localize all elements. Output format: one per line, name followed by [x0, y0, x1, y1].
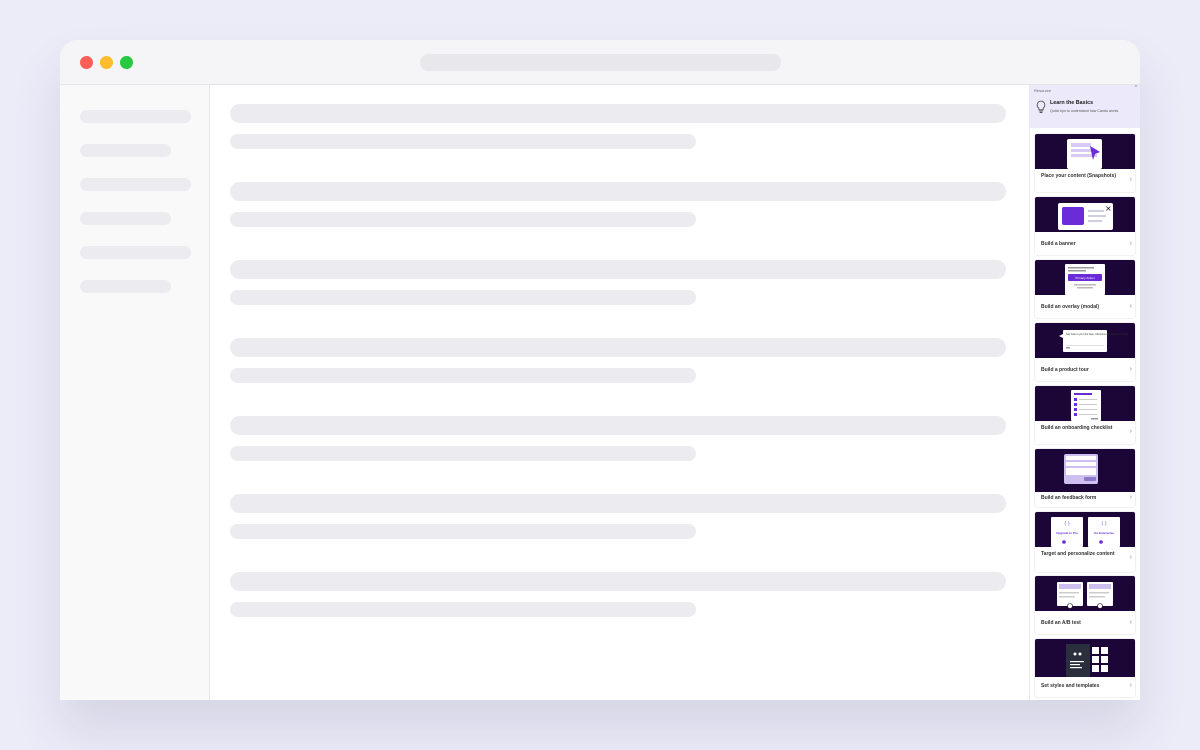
- resource-panel: Resource × Learn the Basics Quick tips t…: [1029, 85, 1140, 700]
- sidebar-skeleton-item: [80, 280, 171, 293]
- card-label: Build an A/B test: [1041, 620, 1081, 626]
- svg-text:×: ×: [1105, 204, 1112, 213]
- card-label: Build an feedback form: [1041, 495, 1097, 501]
- card-thumbnail: ×: [1035, 197, 1135, 232]
- card-thumbnail: { } { } Upgrade to Pro Go Enterprise: [1035, 512, 1135, 547]
- content-skeleton-line: [230, 290, 696, 305]
- chevron-right-icon: ›: [1129, 428, 1132, 435]
- resource-card-overlay[interactable]: Primary Action Build an overlay (modal) …: [1035, 260, 1135, 318]
- content-skeleton-line: [230, 104, 1006, 123]
- resource-card-onboarding-checklist[interactable]: Build an onboarding checklist ›: [1035, 386, 1135, 444]
- panel-kicker: Resource: [1034, 88, 1052, 93]
- minimize-window-button[interactable]: [100, 56, 113, 69]
- sidebar-skeleton-item: [80, 246, 191, 259]
- content-skeleton-line: [230, 260, 1006, 279]
- sidebar: [60, 85, 210, 700]
- browser-window: Resource × Learn the Basics Quick tips t…: [60, 40, 1140, 700]
- panel-subtitle: Quick tips to understand how Candu works: [1050, 109, 1119, 113]
- chevron-right-icon: ›: [1129, 176, 1132, 183]
- svg-text:{ }: { }: [1101, 521, 1108, 526]
- resource-card-ab-test[interactable]: Build an A/B test ›: [1035, 576, 1135, 634]
- content-skeleton-line: [230, 368, 696, 383]
- resource-card-target-personalize[interactable]: { } { } Upgrade to Pro Go Enterprise Tar…: [1035, 512, 1135, 572]
- panel-header: Resource × Learn the Basics Quick tips t…: [1030, 85, 1140, 128]
- enterprise-text: Go Enterprise: [1094, 531, 1114, 535]
- card-label: Build a banner: [1041, 241, 1076, 247]
- sidebar-skeleton-item: [80, 212, 171, 225]
- chevron-right-icon: ›: [1129, 682, 1132, 689]
- content-skeleton-line: [230, 572, 1006, 591]
- card-label: Set styles and templates: [1041, 683, 1100, 689]
- title-bar: [60, 40, 1140, 85]
- sidebar-skeleton-item: [80, 144, 171, 157]
- card-thumbnail: [1035, 134, 1135, 169]
- card-label: Place your content (Snapshots): [1041, 173, 1117, 179]
- chevron-right-icon: ›: [1129, 494, 1132, 501]
- content-skeleton-line: [230, 212, 696, 227]
- resource-card-product-tour[interactable]: Say hello to your first Step. Add some d…: [1035, 323, 1135, 381]
- sidebar-skeleton-item: [80, 110, 191, 123]
- content-skeleton-line: [230, 134, 696, 149]
- close-icon[interactable]: ×: [1134, 85, 1138, 90]
- card-label: Build an overlay (modal): [1041, 304, 1100, 310]
- content-skeleton-line: [230, 338, 1006, 357]
- chevron-right-icon: ›: [1129, 240, 1132, 247]
- close-window-button[interactable]: [80, 56, 93, 69]
- maximize-window-button[interactable]: [120, 56, 133, 69]
- resource-card-styles-templates[interactable]: Set styles and templates ›: [1035, 639, 1135, 697]
- card-thumbnail: [1035, 639, 1135, 677]
- svg-text:{ }: { }: [1064, 521, 1071, 526]
- card-label: Build an onboarding checklist: [1041, 425, 1113, 431]
- address-bar[interactable]: [420, 54, 781, 71]
- card-thumbnail: Say hello to your first Step. Add some d…: [1035, 323, 1135, 358]
- content-skeleton-line: [230, 494, 1006, 513]
- resource-card-snapshots[interactable]: Place your content (Snapshots) ›: [1035, 134, 1135, 192]
- card-thumbnail: Primary Action: [1035, 260, 1135, 295]
- card-label: Target and personalize content: [1041, 551, 1115, 557]
- card-thumbnail: [1035, 576, 1135, 611]
- content-skeleton-line: [230, 182, 1006, 201]
- chevron-right-icon: ›: [1129, 619, 1132, 626]
- content-skeleton-line: [230, 602, 696, 617]
- tour-text: Say hello to your first Step. Add some d…: [1066, 333, 1129, 336]
- lightbulb-icon: [1036, 100, 1046, 113]
- card-label: Build a product tour: [1041, 367, 1089, 373]
- card-thumbnail: [1035, 386, 1135, 421]
- sidebar-skeleton-item: [80, 178, 191, 191]
- resource-card-feedback-form[interactable]: Build an feedback form ›: [1035, 449, 1135, 507]
- chevron-right-icon: ›: [1129, 303, 1132, 310]
- upgrade-text: Upgrade to Pro: [1056, 531, 1078, 535]
- card-thumbnail: [1035, 449, 1135, 492]
- chevron-right-icon: ›: [1129, 554, 1132, 561]
- resource-card-banner[interactable]: × Build a banner ›: [1035, 197, 1135, 255]
- panel-title: Learn the Basics: [1050, 100, 1094, 106]
- content-skeleton-line: [230, 446, 696, 461]
- primary-action-text: Primary Action: [1075, 276, 1095, 280]
- chevron-right-icon: ›: [1129, 366, 1132, 373]
- content-skeleton-line: [230, 416, 1006, 435]
- main-content: [211, 85, 1029, 700]
- content-skeleton-line: [230, 524, 696, 539]
